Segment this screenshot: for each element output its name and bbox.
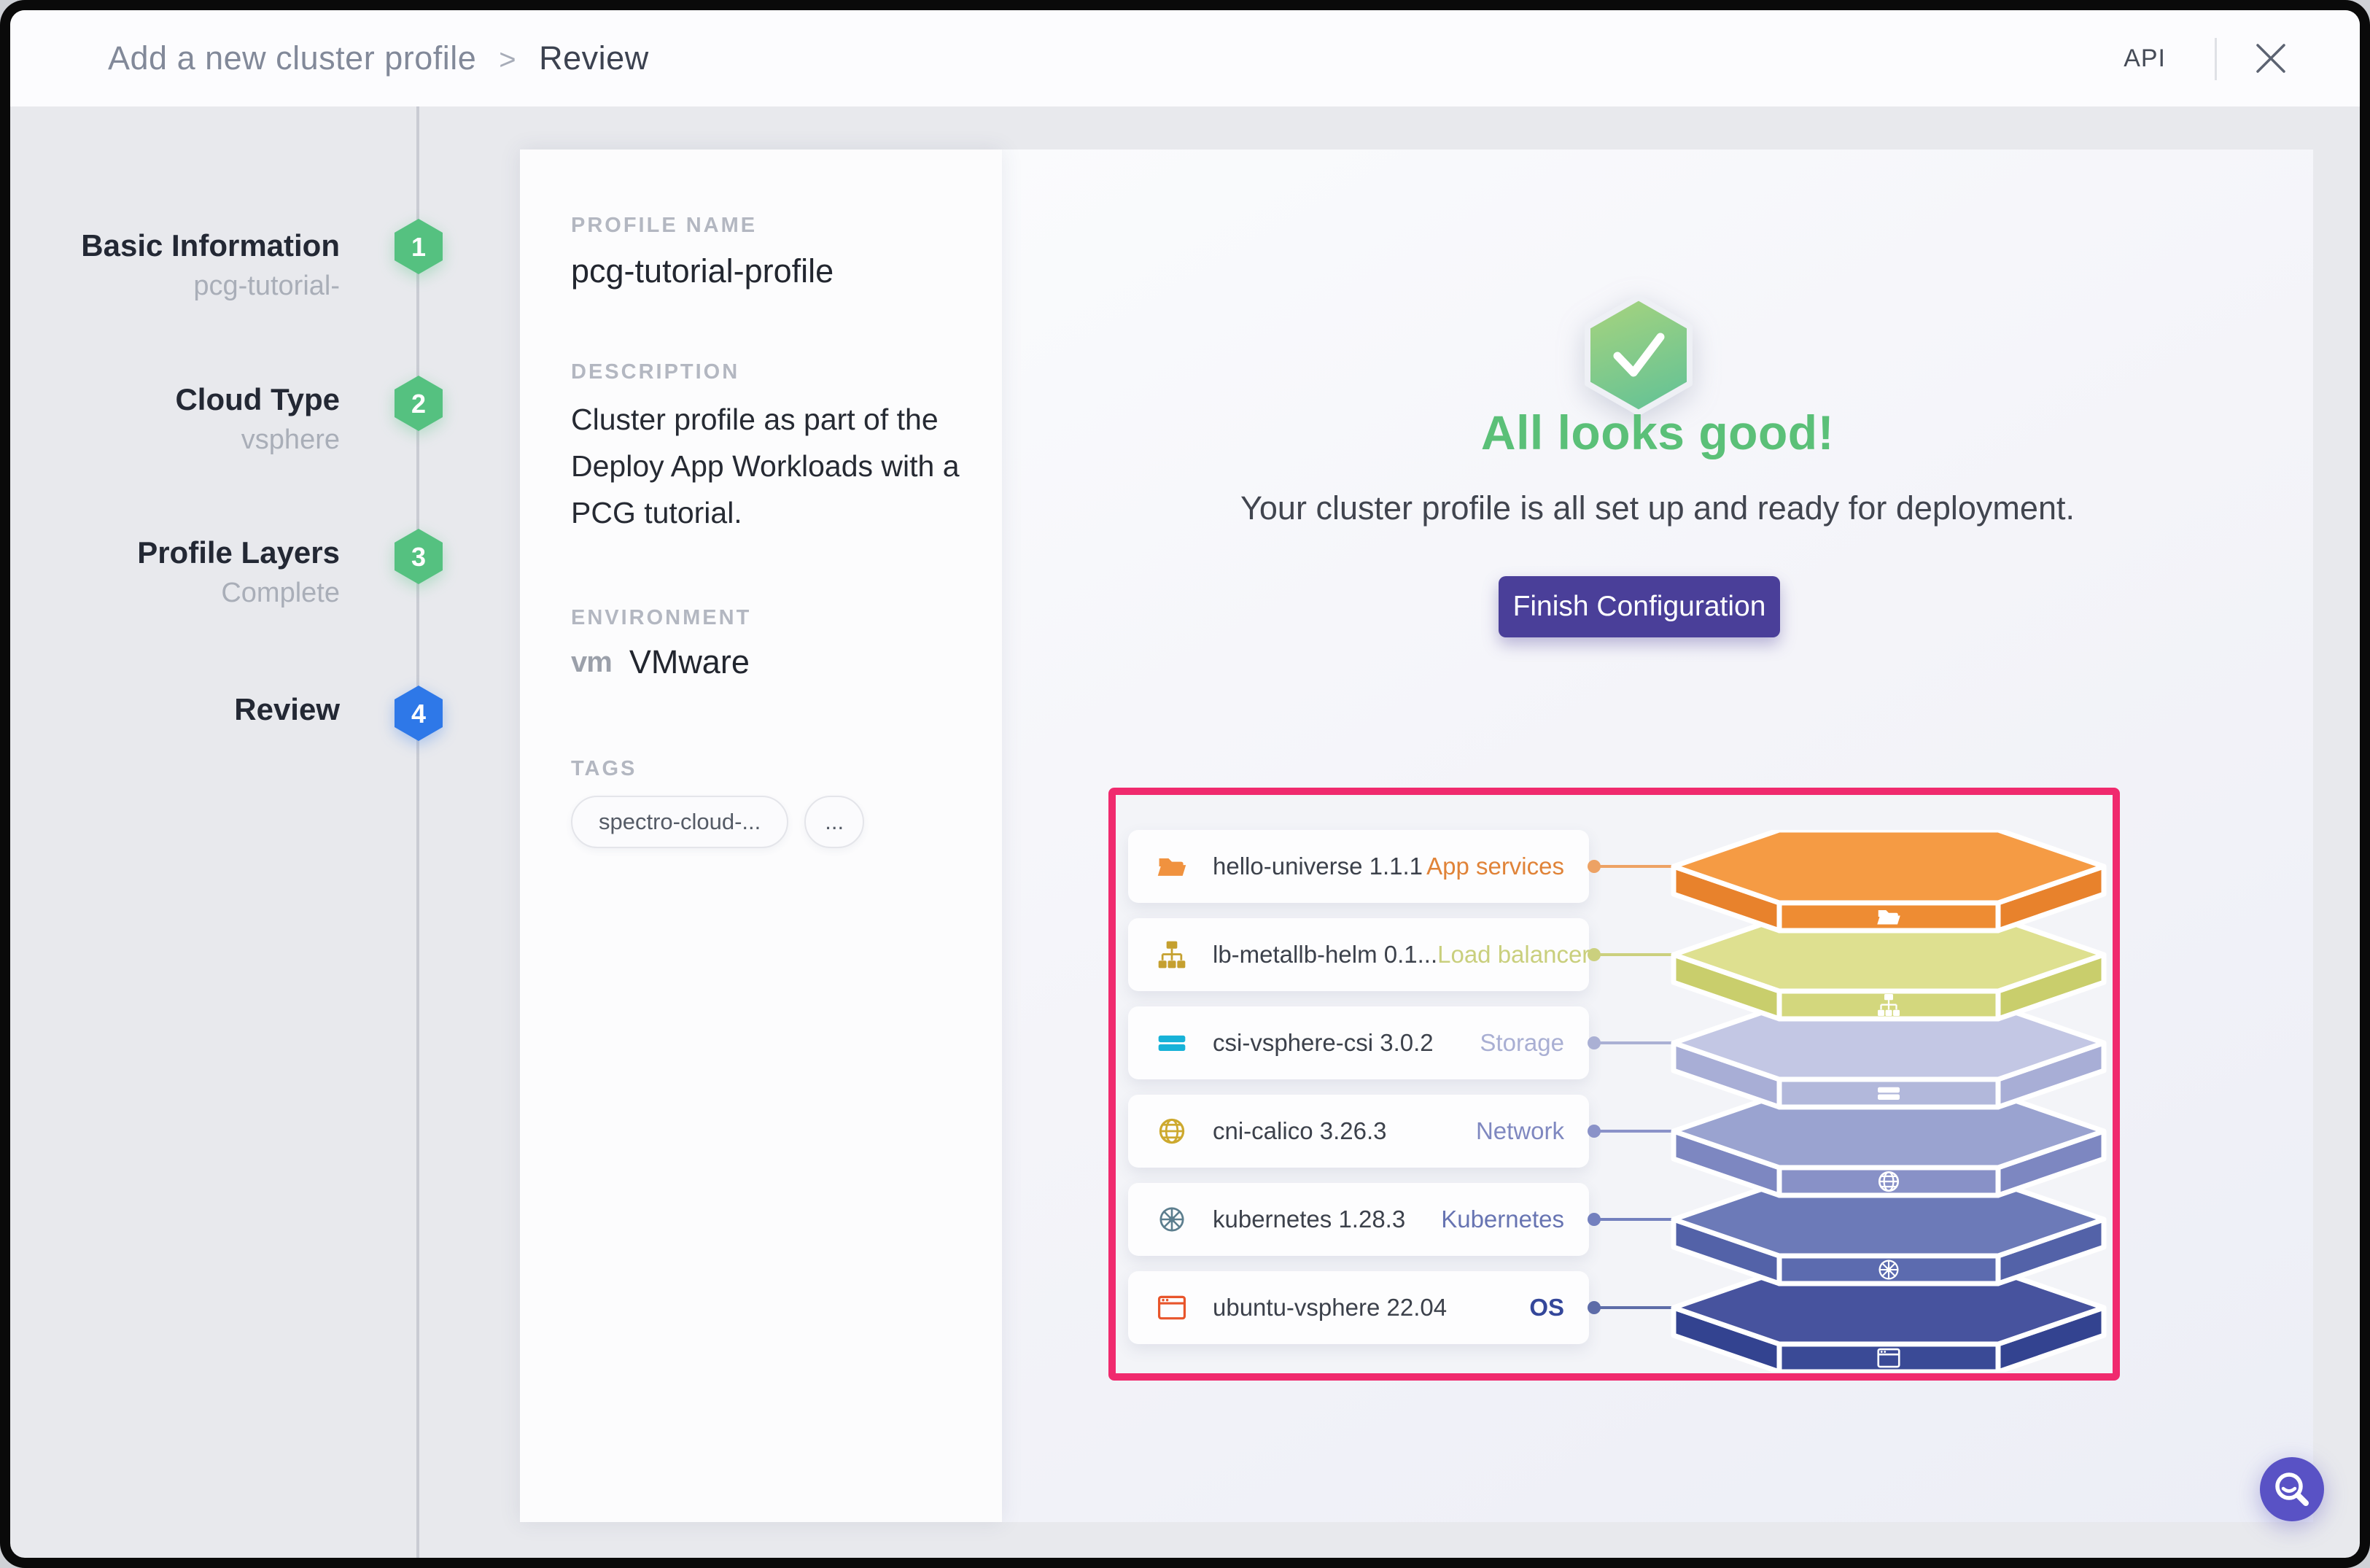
step-badge-4[interactable]: 4 — [395, 686, 443, 741]
layer-category: OS — [1529, 1294, 1564, 1321]
tag-overflow-chip[interactable]: ... — [804, 796, 864, 848]
step-title: Cloud Type — [34, 382, 340, 417]
screenshot-frame: Add a new cluster profile > Review API B… — [0, 0, 2370, 1568]
hard-drive-icon — [1156, 1027, 1188, 1059]
step-badge-3[interactable]: 3 — [395, 529, 443, 584]
step-title: Basic Information — [34, 228, 340, 263]
breadcrumb-current: Review — [539, 39, 649, 77]
stack-slab-os — [1674, 1271, 2104, 1372]
layer-category: Storage — [1480, 1029, 1564, 1057]
folder-open-icon — [1156, 850, 1188, 882]
globe-icon — [1156, 1115, 1188, 1147]
close-icon[interactable] — [2253, 41, 2288, 76]
stepper-timeline — [416, 106, 419, 1558]
step-badge-2[interactable]: 2 — [395, 376, 443, 431]
step-subtitle: pcg-tutorial- — [34, 271, 340, 302]
step-subtitle: Complete — [34, 578, 340, 609]
layer-name: ubuntu-vsphere 22.04 — [1213, 1294, 1447, 1321]
search-fab-button[interactable] — [2260, 1457, 2324, 1521]
description-value: Cluster profile as part of the Deploy Ap… — [571, 396, 990, 536]
profile-layers-highlight-box: hello-universe 1.1.1 App services lb-met… — [1108, 788, 2120, 1381]
layer-row-app-services[interactable]: hello-universe 1.1.1 App services — [1128, 830, 1589, 903]
step-title: Profile Layers — [34, 535, 340, 570]
layer-name: kubernetes 1.28.3 — [1213, 1206, 1405, 1233]
layer-category: Kubernetes — [1441, 1206, 1564, 1233]
tags-label: TAGS — [571, 757, 1002, 781]
sitemap-icon — [1156, 939, 1188, 971]
stack-slab-kubernetes — [1674, 1183, 2104, 1284]
environment-value: VMware — [629, 643, 750, 681]
header-divider — [2215, 38, 2217, 80]
success-subheadline: Your cluster profile is all set up and r… — [1002, 489, 2313, 527]
connector-os — [1589, 1306, 1678, 1309]
api-link[interactable]: API — [2124, 44, 2166, 73]
success-check-icon — [1584, 295, 1693, 416]
app-window: Add a new cluster profile > Review API B… — [10, 10, 2360, 1558]
stack-slab-network — [1674, 1095, 2104, 1195]
environment-row: vm VMware — [571, 643, 1002, 681]
stack-slab-app-services — [1674, 830, 2104, 931]
svg-text:3: 3 — [411, 542, 426, 572]
step-badge-1[interactable]: 1 — [395, 219, 443, 274]
layer-category: Load balancer — [1437, 941, 1590, 969]
connector-network — [1589, 1130, 1678, 1133]
tags-row: spectro-cloud-... ... — [571, 796, 1002, 848]
step-cloud-type[interactable]: Cloud Type vsphere — [34, 382, 340, 456]
stack-slab-load-balancer — [1674, 918, 2104, 1019]
layer-name: csi-vsphere-csi 3.0.2 — [1213, 1029, 1434, 1057]
step-title: Review — [34, 692, 340, 727]
tag-chip[interactable]: spectro-cloud-... — [571, 796, 788, 848]
layer-row-os[interactable]: ubuntu-vsphere 22.04 OS — [1128, 1271, 1589, 1344]
breadcrumb: Add a new cluster profile > Review — [108, 39, 649, 77]
profile-summary-panel: PROFILE NAME pcg-tutorial-profile DESCRI… — [520, 150, 1002, 1522]
finish-configuration-button[interactable]: Finish Configuration — [1499, 576, 1780, 637]
step-review[interactable]: Review — [34, 692, 340, 727]
layer-row-storage[interactable]: csi-vsphere-csi 3.0.2 Storage — [1128, 1006, 1589, 1079]
svg-text:1: 1 — [411, 232, 426, 262]
layer-stack-illustration — [1670, 830, 2107, 1372]
profile-name-label: PROFILE NAME — [571, 214, 1002, 238]
breadcrumb-parent-link[interactable]: Add a new cluster profile — [108, 39, 476, 77]
step-basic-information[interactable]: Basic Information pcg-tutorial- — [34, 228, 340, 302]
layer-name: lb-metallb-helm 0.1... — [1213, 941, 1437, 969]
kubernetes-icon — [1156, 1203, 1188, 1235]
layer-row-kubernetes[interactable]: kubernetes 1.28.3 Kubernetes — [1128, 1183, 1589, 1256]
profile-name-value: pcg-tutorial-profile — [571, 252, 1002, 290]
review-panel: All looks good! Your cluster profile is … — [1002, 150, 2313, 1522]
step-subtitle: vsphere — [34, 424, 340, 456]
svg-text:4: 4 — [411, 699, 426, 729]
layer-row-network[interactable]: cni-calico 3.26.3 Network — [1128, 1095, 1589, 1168]
step-profile-layers[interactable]: Profile Layers Complete — [34, 535, 340, 609]
environment-label: ENVIRONMENT — [571, 606, 1002, 630]
vmware-icon: vm — [571, 646, 612, 679]
layer-name: hello-universe 1.1.1 — [1213, 853, 1423, 880]
connector-storage — [1589, 1041, 1678, 1044]
breadcrumb-separator: > — [499, 44, 516, 76]
connector-app-services — [1589, 865, 1678, 868]
layer-row-load-balancer[interactable]: lb-metallb-helm 0.1... Load balancer — [1128, 918, 1589, 991]
svg-text:2: 2 — [411, 389, 426, 419]
stack-slab-storage — [1674, 1006, 2104, 1107]
description-label: DESCRIPTION — [571, 360, 1002, 384]
window-icon — [1156, 1292, 1188, 1324]
connector-load-balancer — [1589, 953, 1678, 956]
layer-category: Network — [1476, 1117, 1564, 1145]
success-headline: All looks good! — [1002, 405, 2313, 460]
connector-kubernetes — [1589, 1218, 1678, 1221]
header: Add a new cluster profile > Review API — [10, 10, 2360, 106]
layer-name: cni-calico 3.26.3 — [1213, 1117, 1386, 1145]
layer-category: App services — [1426, 853, 1564, 880]
